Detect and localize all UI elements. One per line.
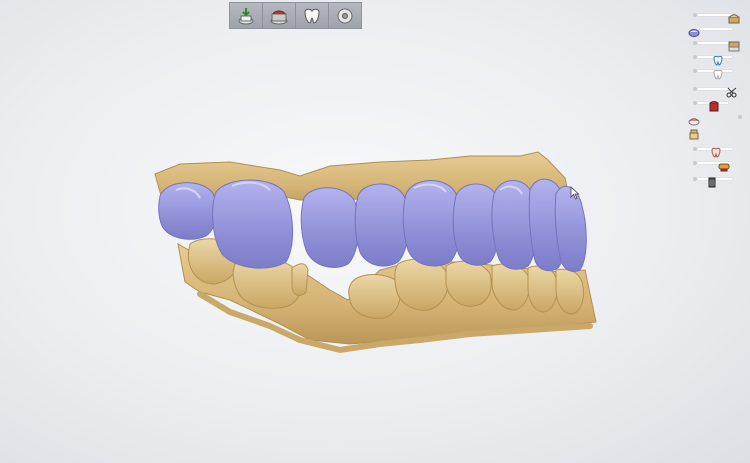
upper-jaw-slider[interactable] [686,8,746,24]
workflow-toolbar [229,2,362,29]
scan-download-button[interactable] [230,3,263,28]
abutment-icon[interactable] [710,143,722,158]
upper-jaw-icon[interactable] [728,9,740,24]
slider-dot [693,41,697,45]
crown-design-icon[interactable] [712,51,724,66]
implant-icon[interactable] [706,173,718,188]
bridge-slider[interactable] [686,156,746,172]
slider-track[interactable] [698,14,732,16]
scan-download-icon [238,7,254,24]
bridge-icon[interactable] [718,157,730,172]
slider-dot [693,101,697,105]
scissors-slider[interactable] [686,82,746,98]
visibility-slider-panel [686,6,746,188]
slider-dot [693,177,697,181]
preparation-icon[interactable] [688,125,700,140]
slider-dot [693,13,697,17]
tooth-crown-button[interactable] [296,3,329,28]
mouse-cursor-icon [570,186,580,200]
slider-dot [693,147,697,151]
disc-export-button[interactable] [329,3,361,28]
preparation-slider[interactable] [686,124,746,140]
gingiva-icon[interactable] [688,111,700,126]
slider-dot [693,69,697,73]
tooth-crown-icon [304,8,320,24]
dental-3d-viewport[interactable] [0,0,750,463]
die-slider[interactable] [686,96,746,112]
model-base-icon [270,10,288,24]
slider-track[interactable] [698,42,732,44]
model-base-button[interactable] [263,3,296,28]
scissors-icon[interactable] [726,83,738,98]
slider-dot [693,55,697,59]
crown-outline-icon[interactable] [712,65,724,80]
die-red-icon[interactable] [708,97,720,112]
lower-jaw-icon[interactable] [688,23,700,37]
antagonist-slider[interactable] [686,36,746,52]
crown-outline-slider[interactable] [686,64,746,80]
abutment-slider[interactable] [686,142,746,158]
antagonist-icon[interactable] [728,37,740,52]
disc-export-icon [337,8,353,23]
slider-dot [693,161,697,165]
slider-dot [738,115,742,119]
slider-dot [693,87,697,91]
gingiva-slider[interactable] [686,110,746,126]
slider-track[interactable] [700,28,732,30]
crown-design-slider[interactable] [686,50,746,66]
lower-jaw-slider[interactable] [686,22,746,37]
implant-slider[interactable] [686,172,746,188]
